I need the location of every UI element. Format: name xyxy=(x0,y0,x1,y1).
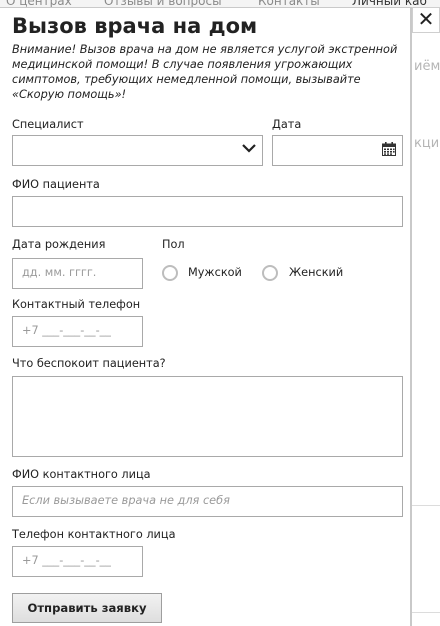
background-fragment: иём xyxy=(414,59,440,74)
contact-name-label: ФИО контактного лица xyxy=(12,468,151,481)
patient-name-label: ФИО пациента xyxy=(12,178,100,191)
gender-male-radio[interactable] xyxy=(162,265,178,281)
modal-title: Вызов врача на дом xyxy=(12,14,258,38)
submit-button[interactable]: Отправить заявку xyxy=(12,593,162,623)
chevron-down-icon[interactable] xyxy=(242,143,256,153)
gender-label: Пол xyxy=(162,238,185,251)
specialist-select[interactable] xyxy=(12,135,263,166)
gender-female-radio[interactable] xyxy=(262,265,278,281)
background-divider xyxy=(412,505,440,506)
gender-male-label[interactable]: Мужской xyxy=(188,266,242,279)
date-label: Дата xyxy=(272,118,302,131)
warning-text: Внимание! Вызов врача на дом не является… xyxy=(12,43,398,101)
birth-date-placeholder: дд. мм. гггг. xyxy=(22,266,97,279)
birth-date-label: Дата рождения xyxy=(12,238,106,251)
background-content: иём кци xyxy=(412,9,440,626)
calendar-icon[interactable] xyxy=(382,142,396,156)
phone-label: Контактный телефон xyxy=(12,298,141,311)
contact-phone-label: Телефон контактного лица xyxy=(12,528,176,541)
background-divider xyxy=(412,612,440,613)
contact-phone-placeholder: +7 ___-___-__-__ xyxy=(22,554,111,567)
doctor-call-modal: Вызов врача на дом Внимание! Вызов врача… xyxy=(0,7,412,626)
complaint-label: Что беспокоит пациента? xyxy=(12,357,166,370)
complaint-textarea[interactable] xyxy=(12,376,403,457)
gender-female-label[interactable]: Женский xyxy=(289,266,343,279)
patient-name-input[interactable] xyxy=(12,196,403,227)
background-fragment: кци xyxy=(414,136,440,151)
specialist-label: Специалист xyxy=(12,118,84,131)
contact-name-placeholder: Если вызываете врача не для себя xyxy=(22,494,230,507)
phone-placeholder: +7 ___-___-__-__ xyxy=(22,324,111,337)
close-icon[interactable]: ✕ xyxy=(412,7,440,33)
